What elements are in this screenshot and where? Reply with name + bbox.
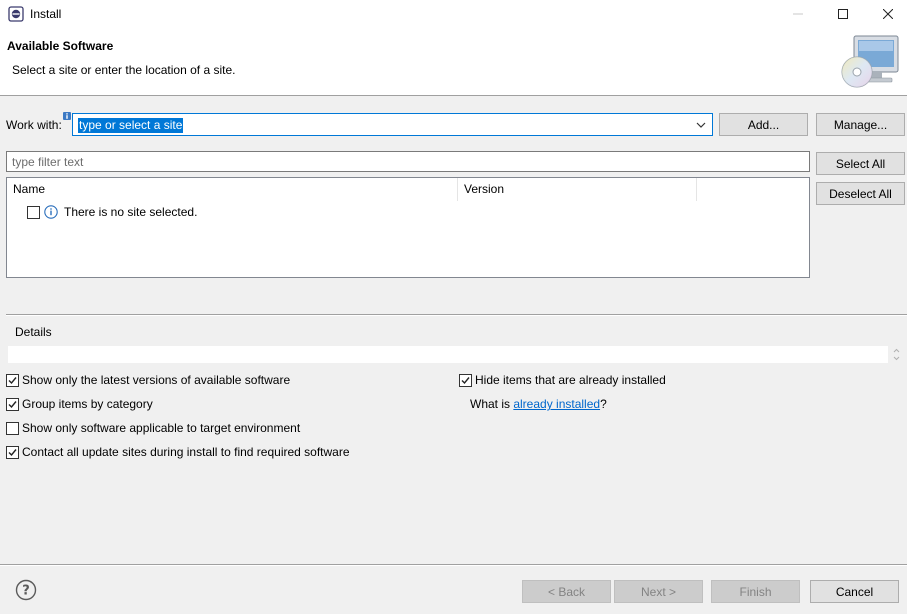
window-title: Install (30, 7, 62, 21)
tree-header: Name Version (7, 178, 809, 201)
software-cd-monitor-icon (841, 35, 899, 88)
chevron-down-icon[interactable] (695, 119, 707, 131)
info-icon (44, 205, 58, 219)
details-text-area[interactable] (8, 346, 888, 363)
already-installed-link[interactable]: already installed (513, 397, 600, 411)
close-icon (883, 9, 893, 19)
filter-input[interactable] (7, 152, 809, 171)
deselect-all-button[interactable]: Deselect All (816, 182, 905, 205)
work-with-combo[interactable]: type or select a site (72, 113, 713, 136)
hide-installed-checkbox[interactable] (459, 373, 472, 387)
column-header-name[interactable]: Name (7, 178, 458, 201)
filter-field[interactable] (6, 151, 810, 172)
next-button[interactable]: Next > (614, 580, 703, 603)
contact-sites-checkbox[interactable] (6, 445, 19, 459)
empty-tree-message: There is no site selected. (64, 205, 198, 219)
show-applicable-option[interactable]: Show only software applicable to target … (6, 421, 300, 435)
wizard-header: Available Software Select a site or ente… (0, 28, 907, 96)
cancel-button[interactable]: Cancel (810, 580, 899, 603)
software-tree[interactable]: Name Version There is no site selected. (6, 177, 810, 278)
group-by-category-option[interactable]: Group items by category (6, 397, 153, 411)
group-by-category-checkbox[interactable] (6, 397, 19, 411)
info-decoration-icon (63, 112, 71, 120)
what-is-suffix: ? (600, 397, 607, 411)
show-latest-checkbox[interactable] (6, 373, 19, 387)
work-with-combo-text: type or select a site (78, 118, 184, 133)
page-title: Available Software (7, 39, 114, 53)
work-with-label: Work with: (6, 118, 62, 132)
details-label: Details (15, 325, 52, 339)
group-by-category-label: Group items by category (22, 397, 153, 411)
title-bar: Install (0, 0, 907, 28)
page-description: Select a site or enter the location of a… (12, 63, 236, 77)
manage-sites-button[interactable]: Manage... (816, 113, 905, 136)
svg-text:?: ? (22, 584, 30, 599)
scroll-arrows-icon (893, 348, 900, 361)
help-icon[interactable]: ? (15, 579, 37, 601)
close-button[interactable] (865, 0, 907, 28)
show-applicable-checkbox[interactable] (6, 421, 19, 435)
maximize-button[interactable] (820, 0, 866, 28)
tree-row-checkbox[interactable] (27, 205, 40, 219)
already-installed-line: What is already installed? (470, 397, 607, 411)
checkmark-icon (8, 448, 17, 456)
hide-installed-option[interactable]: Hide items that are already installed (459, 373, 666, 387)
add-site-button[interactable]: Add... (719, 113, 808, 136)
contact-sites-label: Contact all update sites during install … (22, 445, 350, 459)
checkmark-icon (8, 400, 17, 408)
minimize-icon (793, 13, 803, 15)
footer-separator (0, 564, 907, 566)
checkmark-icon (461, 376, 470, 384)
contact-sites-option[interactable]: Contact all update sites during install … (6, 445, 350, 459)
show-applicable-label: Show only software applicable to target … (22, 421, 301, 435)
column-header-version[interactable]: Version (458, 178, 697, 201)
select-all-button[interactable]: Select All (816, 152, 905, 175)
what-is-prefix: What is (470, 397, 514, 411)
checkmark-icon (8, 376, 17, 384)
finish-button[interactable]: Finish (711, 580, 800, 603)
details-scrollbar[interactable] (888, 346, 905, 363)
hide-installed-label: Hide items that are already installed (475, 373, 666, 387)
show-latest-label: Show only the latest versions of availab… (22, 373, 291, 387)
minimize-button[interactable] (775, 0, 821, 28)
show-latest-option[interactable]: Show only the latest versions of availab… (6, 373, 290, 387)
tree-row[interactable]: There is no site selected. (27, 203, 197, 221)
maximize-icon (838, 9, 848, 19)
eclipse-icon (8, 6, 24, 22)
back-button[interactable]: < Back (522, 580, 611, 603)
details-separator (6, 314, 907, 316)
